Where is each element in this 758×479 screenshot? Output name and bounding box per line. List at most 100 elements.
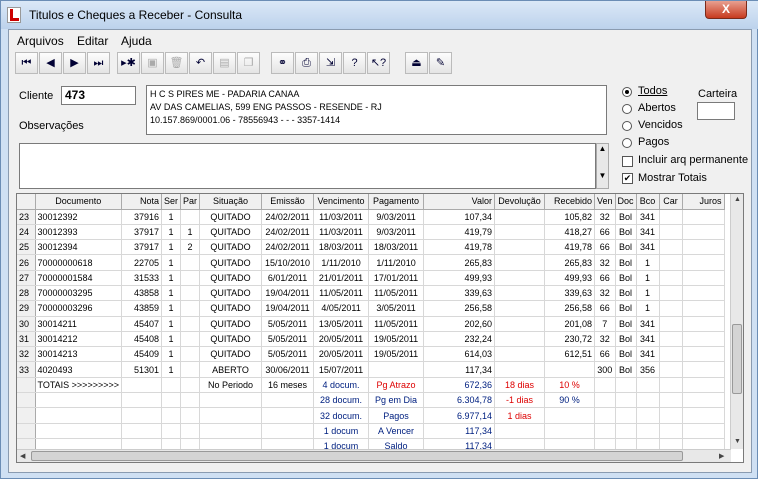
column-header[interactable]: Ven (594, 194, 616, 210)
column-header[interactable]: Nota (121, 194, 162, 210)
save-button[interactable]: ▣ (141, 52, 164, 74)
grid-horizontal-scrollbar[interactable]: ◀ ▶ (17, 449, 731, 462)
totals-cell: Pg em Dia (368, 392, 425, 409)
table-cell: 30014212 (35, 331, 122, 348)
main-window: Titulos e Cheques a Receber - Consulta X… (0, 0, 758, 479)
incluir-checkbox[interactable] (622, 156, 633, 167)
export-button[interactable]: ⇲ (319, 52, 342, 74)
report-button[interactable]: ✎ (429, 52, 452, 74)
table-cell (682, 361, 725, 378)
table-row[interactable]: 30 30014211 45407 1 QUITADO 5/05/2011 13/05/20… (17, 316, 725, 332)
column-header[interactable]: Recebido (544, 194, 596, 210)
column-header[interactable]: Documento (35, 194, 122, 210)
mostrar-totais-checkbox[interactable]: ✔ (622, 173, 633, 184)
totals-cell: 18 dias (494, 377, 546, 394)
table-cell (659, 224, 683, 241)
column-header[interactable]: Devolução (494, 194, 546, 210)
column-header[interactable]: Juros (682, 194, 725, 210)
column-header[interactable]: Ser (161, 194, 182, 210)
help-button[interactable]: ? (343, 52, 366, 74)
exit-icon: ⏏ (411, 57, 422, 69)
table-cell: 66 (594, 224, 616, 241)
column-header[interactable]: Vencimento (313, 194, 370, 210)
table-cell: 45407 (121, 316, 162, 332)
table-cell: 27 (17, 270, 36, 286)
table-row[interactable]: 25 30012394 37917 1 2 QUITADO 24/02/2011 18/03/… (17, 239, 725, 256)
prev-record-button[interactable]: ◀ (39, 52, 62, 74)
vertical-scroll-thumb[interactable] (732, 324, 742, 394)
observacoes-scrollbar[interactable]: ▲ ▼ (596, 143, 609, 189)
column-header[interactable]: Bco (636, 194, 660, 210)
totals-cell (261, 423, 315, 439)
table-row[interactable]: 27 70000001584 31533 1 QUITADO 6/01/2011 21/01… (17, 270, 725, 286)
paste-button[interactable]: ▤ (213, 52, 236, 74)
whats-this-button[interactable]: ↖? (367, 52, 390, 74)
horizontal-scroll-thumb[interactable] (31, 451, 683, 461)
first-record-button[interactable]: ⏮ (15, 52, 38, 74)
table-cell: 419,78 (544, 239, 596, 256)
undo-icon: ↶ (195, 57, 206, 69)
totals-cell: Pg Atrazo (368, 377, 425, 394)
table-cell: 1 (161, 361, 182, 378)
table-cell (659, 209, 683, 225)
copy-button[interactable]: ❐ (237, 52, 260, 74)
radio-todos[interactable] (622, 87, 632, 97)
table-cell: 32 (594, 331, 616, 348)
table-row[interactable]: 23 30012392 37916 1 QUITADO 24/02/2011 11/03/2… (17, 209, 725, 225)
delete-button[interactable]: 🗑 (165, 52, 188, 74)
table-cell (659, 331, 683, 348)
table-row[interactable]: 24 30012393 37917 1 1 QUITADO 24/02/2011 11/03/… (17, 224, 725, 241)
table-cell: 15/07/2011 (313, 361, 370, 378)
radio-vencidos[interactable] (622, 121, 632, 131)
table-row[interactable]: 26 70000000618 22705 1 QUITADO 15/10/2010 1/11… (17, 254, 725, 271)
table-cell (180, 254, 201, 271)
column-header[interactable]: Valor (423, 194, 496, 210)
menu-ajuda[interactable]: Ajuda (121, 34, 152, 48)
table-row[interactable]: 31 30014212 45408 1 QUITADO 5/05/2011 20/05/20… (17, 331, 725, 348)
cliente-input[interactable]: 473 (61, 86, 136, 105)
find-button[interactable]: ⚭ (271, 52, 294, 74)
column-header[interactable]: Pagamento (368, 194, 425, 210)
totals-cell (35, 392, 122, 409)
totals-cell (659, 407, 683, 424)
column-header[interactable]: Situação (199, 194, 263, 210)
totals-cell (544, 407, 596, 424)
table-cell: 24/02/2011 (261, 239, 315, 256)
undo-button[interactable]: ↶ (189, 52, 212, 74)
table-cell: 9/03/2011 (368, 209, 425, 225)
totals-cell: Pagos (368, 407, 425, 424)
table-cell: QUITADO (199, 331, 263, 348)
table-cell: 11/03/2011 (313, 224, 370, 241)
menu-arquivos[interactable]: Arquivos (17, 34, 64, 48)
next-record-button[interactable]: ▶ (63, 52, 86, 74)
table-cell: 18/03/2011 (313, 239, 370, 256)
table-row[interactable]: 33 4020493 51301 1 ABERTO 30/06/2011 15/07/201… (17, 361, 725, 378)
new-record-button[interactable]: ▸✱ (117, 52, 140, 74)
table-cell (180, 285, 201, 302)
menu-editar[interactable]: Editar (77, 34, 108, 48)
table-cell (682, 331, 725, 348)
exit-button[interactable]: ⏏ (405, 52, 428, 74)
column-header[interactable]: Par (180, 194, 201, 210)
totals-cell (121, 392, 162, 409)
table-row[interactable]: 29 70000003296 43859 1 QUITADO 19/04/2011 4/05… (17, 300, 725, 317)
radio-abertos[interactable] (622, 104, 632, 114)
table-row[interactable]: 32 30014213 45409 1 QUITADO 5/05/2011 20/05/20… (17, 346, 725, 363)
totals-cell (682, 392, 725, 409)
table-cell: 4020493 (35, 361, 122, 378)
title-bar[interactable]: Titulos e Cheques a Receber - Consulta X (1, 1, 758, 29)
carteira-input[interactable] (697, 102, 735, 120)
column-header[interactable]: Doc (615, 194, 637, 210)
observacoes-field[interactable] (19, 143, 596, 189)
column-header[interactable]: Car (659, 194, 683, 210)
close-button[interactable]: X (705, 1, 747, 19)
totals-row: TOTAIS >>>>>>>>> No Periodo 16 meses 4 docu… (17, 377, 725, 394)
table-cell: Bol (615, 209, 637, 225)
column-header[interactable]: Emissão (261, 194, 315, 210)
grid-vertical-scrollbar[interactable]: ▲ ▼ (730, 194, 743, 449)
print-button[interactable]: ⎙ (295, 52, 318, 74)
radio-pagos[interactable] (622, 138, 632, 148)
last-record-button[interactable]: ⏭ (87, 52, 110, 74)
table-row[interactable]: 28 70000003295 43858 1 QUITADO 19/04/2011 11/0… (17, 285, 725, 302)
table-cell: 21/01/2011 (313, 270, 370, 286)
